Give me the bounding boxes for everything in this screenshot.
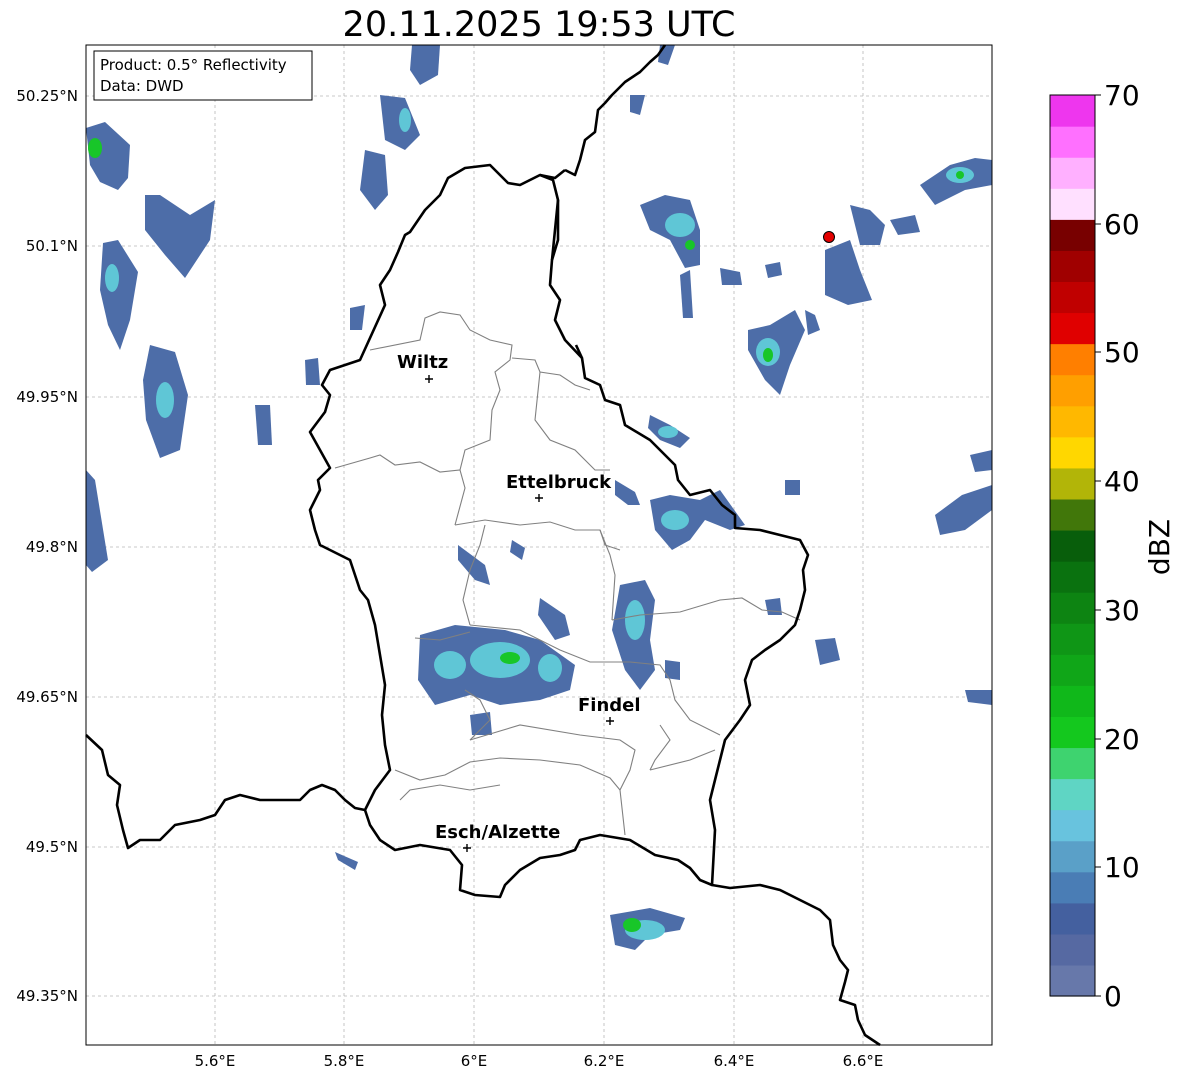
colorbar-segment: [1050, 529, 1095, 562]
colorbar-segment: [1050, 685, 1095, 717]
colorbar-label: dBZ: [1143, 519, 1176, 575]
colorbar-tick-label: 30: [1104, 594, 1140, 627]
colorbar-segment: [1050, 436, 1095, 469]
colorbar-tick-label: 0: [1104, 980, 1122, 1013]
colorbar: 0 10 20 30 40 50 60 70 dBZ: [1049, 79, 1176, 1013]
colorbar-segment: [1050, 716, 1095, 749]
colorbar-segment: [1050, 498, 1095, 531]
colorbar-segment: [1050, 840, 1095, 873]
colorbar-segment: [1050, 219, 1095, 251]
colorbar-segment: [1050, 281, 1095, 314]
colorbar-segment: [1050, 467, 1095, 500]
colorbar-tick-label: 60: [1104, 208, 1140, 241]
colorbar-segment: [1050, 654, 1095, 686]
colorbar-segment: [1050, 343, 1095, 376]
colorbar-segment: [1050, 374, 1095, 407]
colorbar-segment: [1050, 157, 1095, 189]
colorbar-segment: [1050, 95, 1095, 127]
colorbar-segment: [1050, 188, 1095, 220]
colorbar-segment: [1050, 405, 1095, 438]
colorbar-segments: [1050, 95, 1095, 997]
colorbar-segment: [1050, 561, 1095, 593]
colorbar-segment: [1050, 809, 1095, 842]
colorbar-tick-label: 50: [1104, 336, 1140, 369]
colorbar-tick-label: 10: [1104, 851, 1140, 884]
colorbar-tick-label: 40: [1104, 465, 1140, 498]
colorbar-segment: [1050, 747, 1095, 780]
colorbar-tick-label: 20: [1104, 723, 1140, 756]
colorbar-segment: [1050, 933, 1095, 966]
colorbar-segment: [1050, 312, 1095, 345]
colorbar-segment: [1050, 778, 1095, 811]
colorbar-segment: [1050, 250, 1095, 283]
colorbar-segment: [1050, 126, 1095, 158]
colorbar-segment: [1050, 592, 1095, 624]
colorbar-tick-label: 70: [1104, 79, 1140, 112]
colorbar-segment: [1050, 871, 1095, 904]
colorbar-segment: [1050, 902, 1095, 935]
colorbar-segment: [1050, 623, 1095, 655]
colorbar-segment: [1050, 964, 1095, 997]
